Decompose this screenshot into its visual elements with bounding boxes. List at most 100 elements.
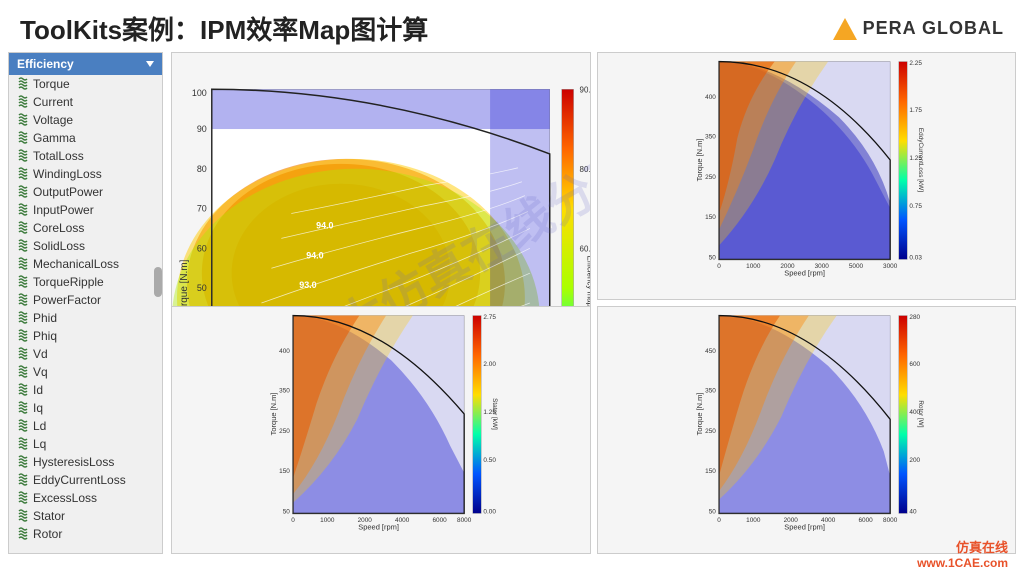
svg-text:400: 400 [279, 348, 290, 355]
svg-text:50: 50 [197, 283, 207, 293]
svg-text:1.75: 1.75 [909, 107, 922, 114]
sidebar-item-label: Current [33, 95, 73, 109]
sidebar-item[interactable]: OutputPower [9, 183, 162, 201]
svg-text:250: 250 [279, 428, 290, 435]
svg-text:350: 350 [705, 134, 716, 141]
sidebar-item-label: Vd [33, 347, 48, 361]
svg-text:4000: 4000 [821, 517, 836, 524]
sidebar-item[interactable]: Stator [9, 507, 162, 525]
sidebar-item-label: HysteresisLoss [33, 455, 114, 469]
zigzag-icon [17, 95, 29, 109]
sidebar-item[interactable]: EddyCurrentLoss [9, 471, 162, 489]
zigzag-icon [17, 77, 29, 91]
sidebar-item[interactable]: Iq [9, 399, 162, 417]
svg-text:350: 350 [705, 388, 716, 395]
svg-text:6000: 6000 [858, 517, 873, 524]
svg-text:150: 150 [705, 468, 716, 475]
sidebar-selected-item[interactable]: Efficiency [9, 53, 162, 75]
svg-text:Torque [N.m]: Torque [N.m] [694, 139, 703, 182]
sidebar-item-label: ExcessLoss [33, 491, 97, 505]
page-title: ToolKits案例：IPM效率Map图计算 [20, 10, 428, 47]
footer-line1: 仿真在线 [917, 537, 1008, 556]
svg-text:70: 70 [197, 204, 207, 214]
sidebar-item[interactable]: Gamma [9, 129, 162, 147]
svg-text:EddyCurrentLoss [kW]: EddyCurrentLoss [kW] [917, 128, 924, 192]
svg-text:50: 50 [708, 508, 716, 515]
logo-text: PERA GLOBAL [863, 18, 1004, 39]
sidebar-item-label: InputPower [33, 203, 94, 217]
svg-text:50: 50 [283, 508, 291, 515]
sidebar-item[interactable]: MechanicalLoss [9, 255, 162, 273]
sidebar-item[interactable]: Voltage [9, 111, 162, 129]
sidebar-item[interactable]: ExcessLoss [9, 489, 162, 507]
sidebar-item[interactable]: SolidLoss [9, 237, 162, 255]
zigzag-icon [17, 167, 29, 181]
sidebar-item-label: MechanicalLoss [33, 257, 119, 271]
svg-text:2000: 2000 [358, 517, 373, 524]
svg-text:94.0: 94.0 [306, 250, 323, 260]
sidebar-item[interactable]: Phiq [9, 327, 162, 345]
sidebar-item-label: OutputPower [33, 185, 103, 199]
sidebar-item-label: Phid [33, 311, 57, 325]
svg-text:150: 150 [279, 468, 290, 475]
sidebar-item[interactable]: InputPower [9, 201, 162, 219]
svg-text:8000: 8000 [457, 517, 472, 524]
zigzag-icon [17, 149, 29, 163]
svg-text:0.03: 0.03 [909, 254, 922, 261]
sidebar-item[interactable]: Id [9, 381, 162, 399]
sidebar-item[interactable]: Lq [9, 435, 162, 453]
sidebar-item[interactable]: Current [9, 93, 162, 111]
svg-text:0: 0 [717, 517, 721, 524]
sidebar-item-label: CoreLoss [33, 221, 84, 235]
svg-text:60.0: 60.0 [580, 244, 590, 253]
svg-text:400: 400 [705, 94, 716, 101]
sidebar-item[interactable]: Torque [9, 75, 162, 93]
sidebar-item-label: SolidLoss [33, 239, 85, 253]
zigzag-icon [17, 491, 29, 505]
svg-text:3000: 3000 [883, 263, 898, 270]
zigzag-icon [17, 401, 29, 415]
sidebar-item[interactable]: PowerFactor [9, 291, 162, 309]
sidebar-item[interactable]: TotalLoss [9, 147, 162, 165]
chart-bottom-left: Speed [rpm] Torque [N.m] 0 1000 2000 400… [171, 306, 591, 554]
zigzag-icon [17, 365, 29, 379]
zigzag-icon [17, 473, 29, 487]
sidebar-item-label: Vq [33, 365, 48, 379]
sidebar-item[interactable]: Rotor [9, 525, 162, 543]
sidebar-item[interactable]: TorqueRipple [9, 273, 162, 291]
svg-text:Rotor [W]: Rotor [W] [917, 400, 924, 427]
svg-text:250: 250 [705, 428, 716, 435]
svg-text:2.25: 2.25 [909, 60, 922, 67]
sidebar-item-label: TorqueRipple [33, 275, 104, 289]
svg-text:1000: 1000 [746, 517, 761, 524]
sidebar-item-label: PowerFactor [33, 293, 101, 307]
charts-area: 上海安世亚太仿真在线分享 [171, 52, 1016, 554]
svg-text:0.75: 0.75 [909, 203, 922, 210]
zigzag-icon [17, 275, 29, 289]
sidebar-item[interactable]: Ld [9, 417, 162, 435]
svg-text:100: 100 [192, 88, 207, 98]
sidebar-item[interactable]: Phid [9, 309, 162, 327]
sidebar-item[interactable]: CoreLoss [9, 219, 162, 237]
sidebar-item[interactable]: Vq [9, 363, 162, 381]
svg-text:0.50: 0.50 [483, 457, 496, 464]
svg-text:50: 50 [708, 254, 716, 261]
zigzag-icon [17, 383, 29, 397]
sidebar-item[interactable]: HysteresisLoss [9, 453, 162, 471]
sidebar-selected-label: Efficiency [17, 57, 74, 71]
svg-text:250: 250 [705, 174, 716, 181]
sidebar-item-label: Stator [33, 509, 65, 523]
svg-text:6000: 6000 [432, 517, 447, 524]
chevron-down-icon [146, 61, 154, 67]
sidebar-item-label: TotalLoss [33, 149, 84, 163]
svg-text:150: 150 [705, 214, 716, 221]
zigzag-icon [17, 221, 29, 235]
sidebar-item-label: EddyCurrentLoss [33, 473, 126, 487]
svg-text:80.0: 80.0 [580, 165, 590, 174]
svg-text:90.0: 90.0 [580, 85, 590, 94]
zigzag-icon [17, 311, 29, 325]
svg-text:1000: 1000 [746, 263, 761, 270]
sidebar-item-label: Rotor [33, 527, 62, 541]
sidebar-item[interactable]: Vd [9, 345, 162, 363]
sidebar-item[interactable]: WindingLoss [9, 165, 162, 183]
